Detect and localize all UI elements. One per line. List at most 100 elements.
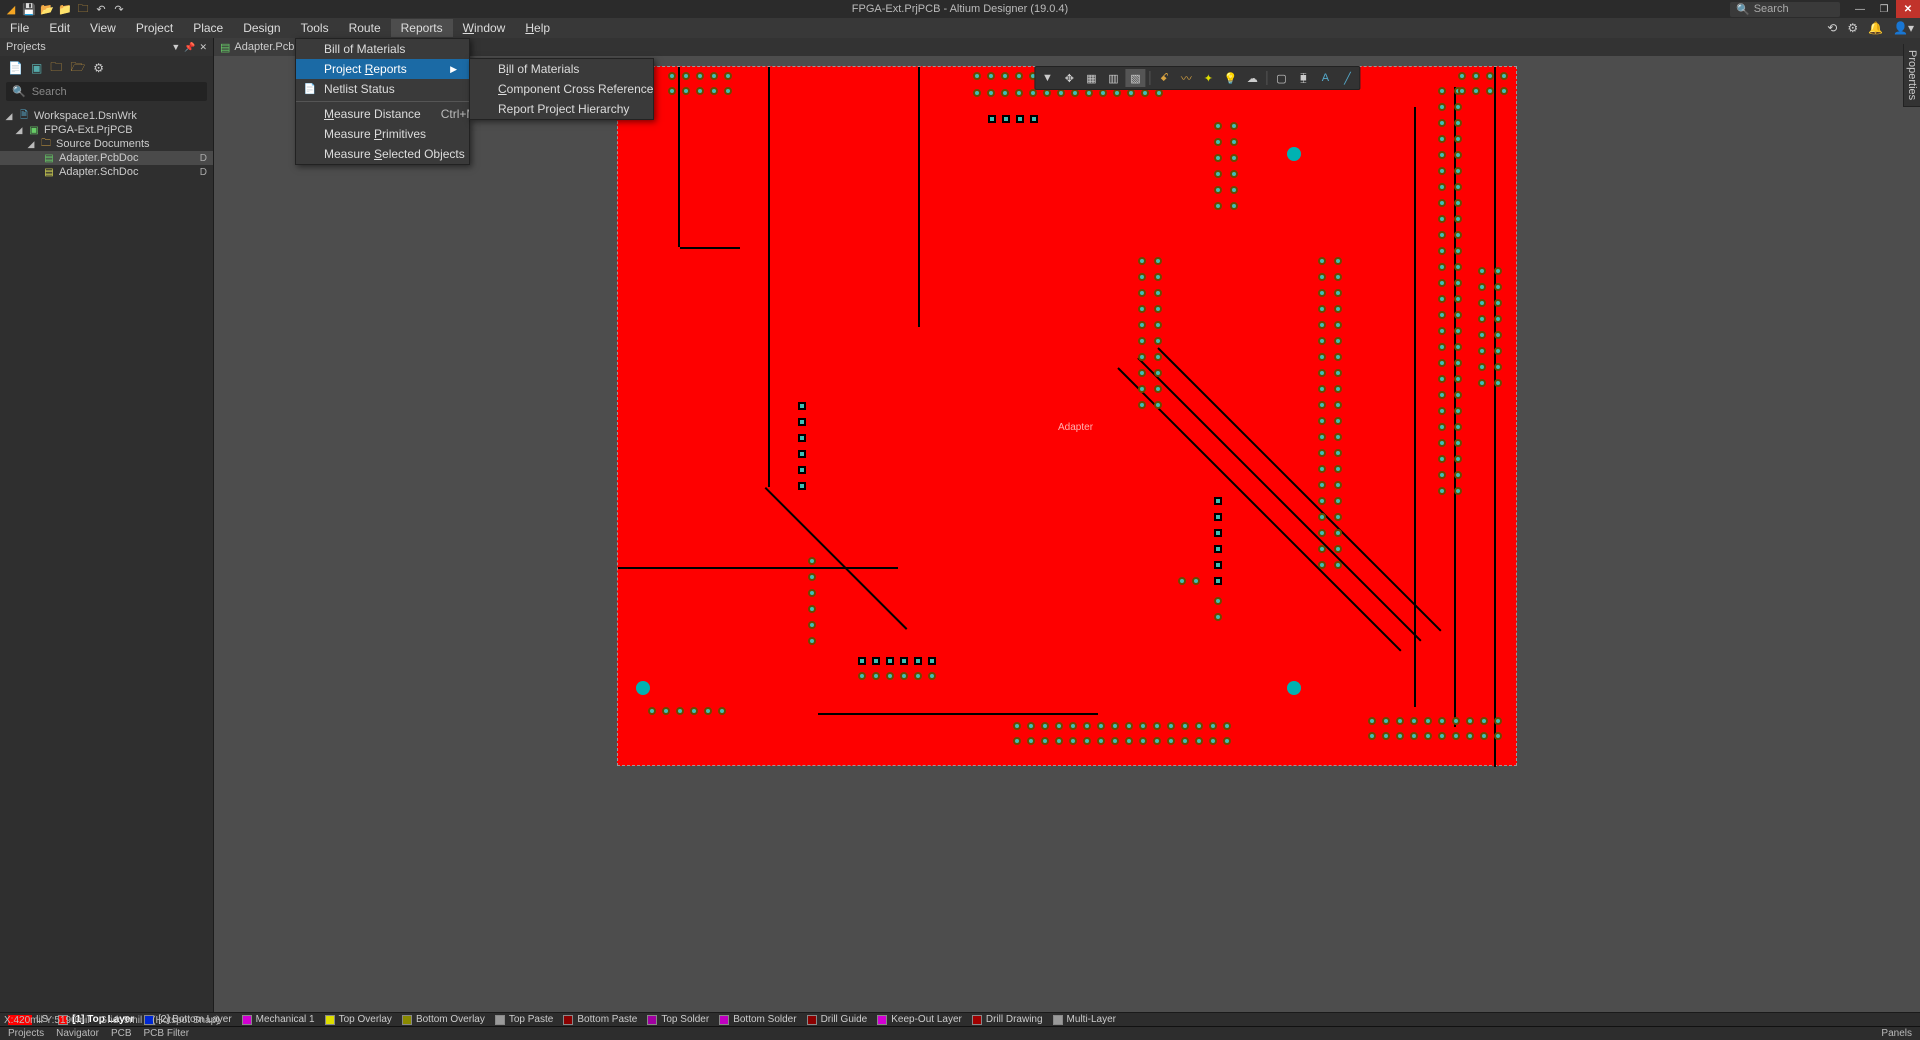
layer-chip[interactable]: Bottom Paste [563, 1014, 637, 1025]
global-search[interactable]: 🔍 Search [1730, 2, 1840, 17]
maximize-button[interactable]: ❐ [1872, 0, 1896, 18]
netlist-icon: 📄 [302, 84, 318, 95]
open-project-icon[interactable]: 📁 [58, 2, 72, 16]
ptab-pcb[interactable]: PCB [111, 1028, 132, 1039]
grid-icon[interactable]: ▥ [1103, 69, 1123, 87]
status-grid: Grid: 5mil [99, 1015, 142, 1026]
tree-doc-pcb[interactable]: ▤ Adapter.PcbDoc D [0, 151, 213, 165]
subreport-bom[interactable]: Bill of Materials [470, 59, 653, 79]
line-icon[interactable]: ╱ [1337, 69, 1357, 87]
align-icon[interactable]: ▦ [1081, 69, 1101, 87]
layer-chip[interactable]: Drill Drawing [972, 1014, 1043, 1025]
reports-measure-distance[interactable]: Measure Distance Ctrl+M [296, 104, 469, 124]
pcb-board[interactable]: Adapter [617, 66, 1517, 766]
folder-icon[interactable]: 🗀 [50, 58, 62, 79]
compile-icon[interactable]: ▣ [31, 61, 42, 75]
layer-chip[interactable]: Top Solder [647, 1014, 709, 1025]
title-bar: ◢ 💾 📂 📁 🗀 ↶ ↷ FPGA-Ext.PrjPCB - Altium D… [0, 0, 1920, 18]
tree-doc-sch[interactable]: ▤ Adapter.SchDoc D [0, 165, 213, 179]
move-icon[interactable]: ✥ [1059, 69, 1079, 87]
menu-route[interactable]: Route [339, 19, 391, 37]
menu-window[interactable]: Window [453, 19, 516, 37]
status-bar: X:420mil Y:5190mil Grid: 5mil (Hotspot S… [4, 1015, 219, 1026]
close-button[interactable]: ✕ [1896, 0, 1920, 18]
panel-menu-icon[interactable]: ▼ [171, 42, 180, 53]
bulb-icon[interactable]: 💡 [1220, 69, 1240, 87]
layer-chip[interactable]: Drill Guide [807, 1014, 868, 1025]
layer-chip[interactable]: Top Overlay [325, 1014, 392, 1025]
reports-measure-primitives[interactable]: Measure Primitives [296, 124, 469, 144]
panel-close-icon[interactable]: ✕ [199, 42, 207, 53]
undo-icon[interactable]: ↶ [94, 2, 108, 16]
layer-chip[interactable]: Bottom Solder [719, 1014, 796, 1025]
menu-project[interactable]: Project [126, 19, 183, 37]
rect-icon[interactable]: ▢ [1271, 69, 1291, 87]
ptab-navigator[interactable]: Navigator [56, 1028, 99, 1039]
ptab-projects[interactable]: Projects [8, 1028, 44, 1039]
filter-icon[interactable]: ▼ [1037, 69, 1057, 87]
layer-chip[interactable]: Bottom Overlay [402, 1014, 485, 1025]
search-placeholder: Search [32, 86, 67, 98]
route-icon[interactable]: ꗃ [1154, 69, 1174, 87]
notifications-icon[interactable]: 🔔 [1868, 21, 1883, 35]
menu-design[interactable]: Design [233, 19, 290, 37]
reports-netlist-status[interactable]: 📄 Netlist Status [296, 79, 469, 99]
search-icon: 🔍 [12, 85, 26, 98]
project-tree: ◢🗎 Workspace1.DsnWrk ◢▣ FPGA-Ext.PrjPCB … [0, 103, 213, 1012]
tree-project[interactable]: ◢▣ FPGA-Ext.PrjPCB [0, 123, 213, 137]
measure-icon[interactable]: 〰 [1176, 69, 1196, 87]
new-file-icon[interactable]: 📄 [8, 61, 23, 75]
layer-chip[interactable]: Multi-Layer [1053, 1014, 1116, 1025]
highlight-icon[interactable]: ✦ [1198, 69, 1218, 87]
save-icon[interactable]: 💾 [22, 2, 36, 16]
chart-icon[interactable]: ⧯ [1293, 69, 1313, 87]
share-icon[interactable]: ⟲ [1827, 21, 1837, 35]
menu-tools[interactable]: Tools [291, 19, 339, 37]
tree-workspace[interactable]: ◢🗎 Workspace1.DsnWrk [0, 109, 213, 123]
reports-project-reports[interactable]: Project Reports ▶ [296, 59, 469, 79]
projects-search[interactable]: 🔍 Search [6, 82, 207, 101]
menu-reports[interactable]: Reports [391, 19, 453, 37]
menu-view[interactable]: View [80, 19, 126, 37]
panel-pin-icon[interactable]: 📌 [184, 42, 195, 53]
panel-tabs: Projects Navigator PCB PCB Filter [8, 1028, 189, 1039]
cloud-icon[interactable]: ☁ [1242, 69, 1262, 87]
pcb-editor[interactable]: ▼ ✥ ▦ ▥ ▧ ꗃ 〰 ✦ 💡 ☁ ▢ ⧯ A ╱ Adapter [214, 56, 1920, 1012]
menu-file[interactable]: File [0, 19, 39, 37]
open-icon[interactable]: 📂 [40, 2, 54, 16]
reports-dropdown: Bill of Materials Project Reports ▶ 📄 Ne… [295, 38, 470, 165]
layer-chip[interactable]: Mechanical 1 [242, 1014, 315, 1025]
text-icon[interactable]: A [1315, 69, 1335, 87]
search-placeholder: Search [1754, 3, 1789, 15]
layer-chip[interactable]: Top Paste [495, 1014, 553, 1025]
projects-title: Projects [6, 41, 46, 53]
folder-open-icon[interactable]: 🗁 [70, 58, 85, 79]
menu-help[interactable]: Help [515, 19, 560, 37]
reports-measure-selected[interactable]: Measure Selected Objects [296, 144, 469, 164]
menu-place[interactable]: Place [183, 19, 233, 37]
subreport-hierarchy[interactable]: Report Project Hierarchy [470, 99, 653, 119]
folder-icon[interactable]: 🗀 [76, 2, 90, 16]
projects-header: Projects ▼ 📌 ✕ [0, 38, 213, 56]
menu-edit[interactable]: Edit [39, 19, 80, 37]
settings-icon[interactable]: ⚙ [93, 61, 104, 75]
minimize-button[interactable]: — [1848, 0, 1872, 18]
status-snap: (Hotspot Snap) [152, 1015, 219, 1026]
reports-bom[interactable]: Bill of Materials [296, 39, 469, 59]
redo-icon[interactable]: ↷ [112, 2, 126, 16]
tree-source-docs[interactable]: ◢🗀 Source Documents [0, 137, 213, 151]
pcb-doc-icon: ▤ [220, 41, 230, 54]
subreport-ccr[interactable]: Component Cross Reference [470, 79, 653, 99]
properties-tab[interactable]: Properties [1903, 44, 1920, 107]
active-bar: ▼ ✥ ▦ ▥ ▧ ꗃ 〰 ✦ 💡 ☁ ▢ ⧯ A ╱ [1034, 66, 1360, 90]
panels-bar: Projects Navigator PCB PCB Filter Panels [0, 1026, 1920, 1040]
panels-button[interactable]: Panels [1881, 1028, 1912, 1039]
ptab-pcbfilter[interactable]: PCB Filter [144, 1028, 190, 1039]
settings-icon[interactable]: ⚙ [1847, 21, 1858, 35]
project-reports-submenu: Bill of Materials Component Cross Refere… [469, 58, 654, 120]
layer-icon[interactable]: ▧ [1125, 69, 1145, 87]
user-icon[interactable]: 👤▾ [1893, 21, 1914, 35]
board-label: Adapter [1058, 422, 1093, 433]
layer-chip[interactable]: Keep-Out Layer [877, 1014, 962, 1025]
layer-bar: LS[1] Top Layer[2] Bottom LayerMechanica… [0, 1012, 1920, 1026]
